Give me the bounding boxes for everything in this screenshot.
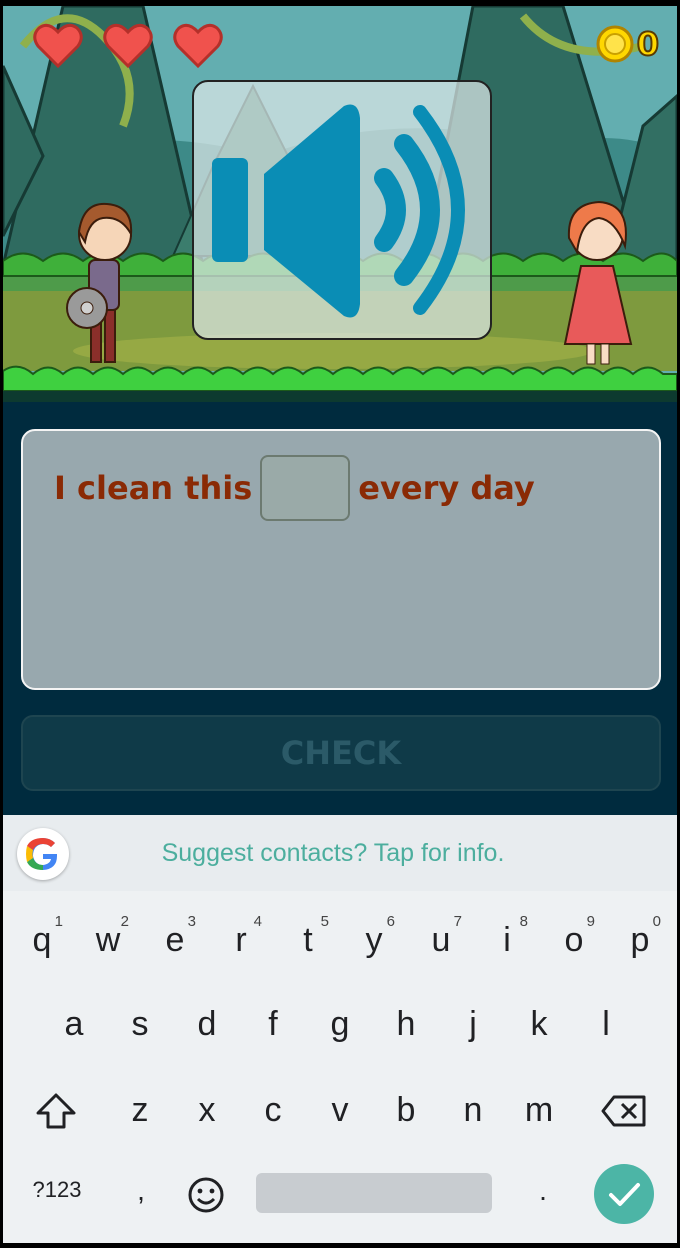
- key-p[interactable]: p0: [623, 913, 661, 960]
- coin-counter: 0: [595, 24, 660, 64]
- game-scene: 0: [3, 6, 677, 402]
- heart-icon: [173, 23, 223, 68]
- coin-count: 0: [636, 24, 660, 64]
- coin-icon: [596, 25, 634, 63]
- key-d[interactable]: d: [190, 1005, 224, 1044]
- keyboard: Suggest contacts? Tap for info. q1 w2 e3…: [3, 815, 677, 1243]
- key-n[interactable]: n: [456, 1091, 490, 1130]
- answer-blank[interactable]: [260, 455, 351, 521]
- google-icon[interactable]: [17, 828, 69, 880]
- key-f[interactable]: f: [256, 1005, 290, 1044]
- space-key[interactable]: [256, 1173, 492, 1213]
- key-w[interactable]: w2: [91, 913, 129, 960]
- heart-icon: [103, 23, 153, 68]
- backspace-icon: [601, 1095, 646, 1127]
- shift-icon: [36, 1093, 76, 1129]
- speaker-icon: [212, 104, 465, 318]
- key-e[interactable]: e3: [158, 913, 196, 960]
- check-button[interactable]: CHECK: [21, 715, 661, 791]
- bottom-frame: [0, 1243, 680, 1248]
- key-r[interactable]: r4: [224, 913, 262, 960]
- key-u[interactable]: u7: [424, 913, 462, 960]
- key-h[interactable]: h: [389, 1005, 423, 1044]
- backspace-key[interactable]: [599, 1091, 649, 1131]
- sentence-before: I clean this: [54, 469, 253, 507]
- key-area: q1 w2 e3 r4 t5 y6 u7 i8 o9 p0 a s d f g …: [3, 891, 677, 1243]
- key-g[interactable]: g: [323, 1005, 357, 1044]
- symbols-key[interactable]: ?123: [25, 1177, 89, 1203]
- sentence-box: I clean this every day: [21, 429, 661, 690]
- key-b[interactable]: b: [389, 1091, 423, 1130]
- check-icon: [609, 1183, 640, 1206]
- comma-key[interactable]: ,: [131, 1175, 151, 1207]
- key-l[interactable]: l: [589, 1005, 623, 1044]
- suggestion-bar[interactable]: Suggest contacts? Tap for info.: [3, 815, 677, 891]
- enter-key[interactable]: [594, 1164, 654, 1224]
- key-a[interactable]: a: [57, 1005, 91, 1044]
- key-o[interactable]: o9: [557, 913, 595, 960]
- key-q[interactable]: q1: [25, 913, 63, 960]
- key-z[interactable]: z: [123, 1091, 157, 1130]
- key-t[interactable]: t5: [291, 913, 329, 960]
- key-s[interactable]: s: [123, 1005, 157, 1044]
- lives: [33, 22, 223, 68]
- period-key[interactable]: .: [533, 1175, 553, 1207]
- emoji-key[interactable]: [186, 1175, 226, 1215]
- heart-icon: [33, 23, 83, 68]
- suggestion-text[interactable]: Suggest contacts? Tap for info.: [83, 815, 583, 891]
- key-k[interactable]: k: [522, 1005, 556, 1044]
- shift-key[interactable]: [33, 1091, 79, 1131]
- key-i[interactable]: i8: [490, 913, 528, 960]
- emoji-icon: [188, 1177, 224, 1213]
- key-y[interactable]: y6: [357, 913, 396, 960]
- play-audio-button[interactable]: [192, 80, 492, 340]
- sentence: I clean this every day: [54, 455, 535, 521]
- key-x[interactable]: x: [190, 1091, 224, 1130]
- sentence-after: every day: [358, 469, 535, 507]
- key-c[interactable]: c: [256, 1091, 290, 1130]
- key-v[interactable]: v: [323, 1091, 357, 1130]
- key-j[interactable]: j: [456, 1005, 490, 1044]
- answer-panel: I clean this every day CHECK: [3, 402, 677, 815]
- key-m[interactable]: m: [522, 1091, 556, 1130]
